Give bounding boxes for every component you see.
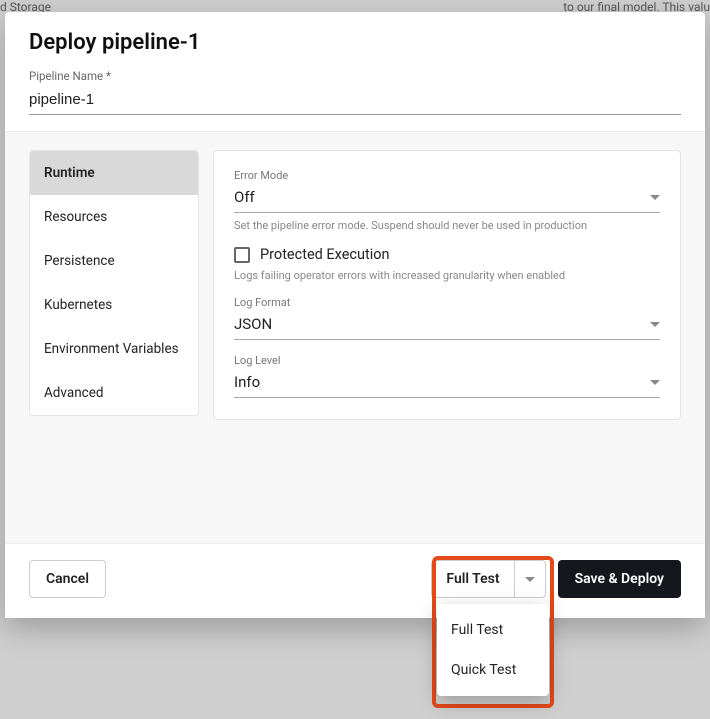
modal-title: Deploy pipeline-1 (29, 30, 681, 55)
error-mode-label: Error Mode (234, 169, 660, 182)
error-mode-helper: Set the pipeline error mode. Suspend sho… (234, 219, 660, 232)
modal-body: Runtime Resources Persistence Kubernetes… (5, 131, 705, 543)
error-mode-select[interactable]: Off (234, 184, 660, 213)
chevron-down-icon (650, 380, 660, 385)
chevron-down-icon (650, 322, 660, 327)
settings-sidebar: Runtime Resources Persistence Kubernetes… (29, 150, 199, 416)
menu-item-label: Quick Test (451, 662, 516, 678)
error-mode-value: Off (234, 188, 650, 206)
log-level-select[interactable]: Info (234, 369, 660, 398)
modal-footer: Cancel Full Test Save & Deploy (5, 543, 705, 618)
sidebar-item-environment-variables[interactable]: Environment Variables (30, 327, 198, 371)
protected-execution-helper: Logs failing operator errors with increa… (234, 269, 660, 282)
sidebar-item-runtime[interactable]: Runtime (30, 151, 198, 195)
test-split-button-wrap: Full Test (431, 560, 545, 598)
log-level-group: Log Level Info (234, 354, 660, 398)
save-deploy-button[interactable]: Save & Deploy (558, 560, 681, 598)
chevron-down-icon (650, 195, 660, 200)
pipeline-name-label: Pipeline Name * (29, 69, 681, 83)
pipeline-name-field: Pipeline Name * (5, 55, 705, 115)
run-test-button[interactable]: Full Test (432, 561, 514, 597)
log-format-label: Log Format (234, 296, 660, 309)
save-deploy-label: Save & Deploy (575, 571, 664, 587)
sidebar-item-kubernetes[interactable]: Kubernetes (30, 283, 198, 327)
cancel-button-label: Cancel (46, 571, 89, 587)
log-format-group: Log Format JSON (234, 296, 660, 340)
checkbox-icon (234, 247, 250, 263)
sidebar-item-label: Kubernetes (44, 297, 112, 313)
sidebar-item-resources[interactable]: Resources (30, 195, 198, 239)
sidebar-item-advanced[interactable]: Advanced (30, 371, 198, 415)
runtime-panel: Error Mode Off Set the pipeline error mo… (213, 150, 681, 420)
deploy-modal: Deploy pipeline-1 Pipeline Name * Runtim… (5, 12, 705, 618)
run-test-label: Full Test (446, 571, 499, 587)
sidebar-item-label: Persistence (44, 253, 115, 269)
error-mode-group: Error Mode Off Set the pipeline error mo… (234, 169, 660, 232)
menu-item-quick-test[interactable]: Quick Test (437, 650, 549, 690)
test-dropdown-menu: Full Test Quick Test (437, 604, 549, 696)
sidebar-item-label: Runtime (44, 165, 95, 181)
sidebar-item-persistence[interactable]: Persistence (30, 239, 198, 283)
protected-execution-group: Protected Execution Logs failing operato… (234, 246, 660, 282)
log-level-value: Info (234, 373, 650, 391)
log-format-value: JSON (234, 315, 650, 333)
menu-item-label: Full Test (451, 622, 503, 638)
cancel-button[interactable]: Cancel (29, 560, 106, 598)
protected-execution-checkbox[interactable]: Protected Execution (234, 246, 660, 263)
modal-header: Deploy pipeline-1 (5, 12, 705, 55)
sidebar-item-label: Environment Variables (44, 341, 179, 357)
chevron-down-icon (525, 577, 535, 582)
sidebar-item-label: Advanced (44, 385, 104, 401)
pipeline-name-input[interactable] (29, 87, 681, 115)
sidebar-item-label: Resources (44, 209, 107, 225)
protected-execution-label: Protected Execution (260, 246, 390, 263)
test-split-button: Full Test (431, 560, 545, 598)
menu-item-full-test[interactable]: Full Test (437, 610, 549, 650)
log-format-select[interactable]: JSON (234, 311, 660, 340)
test-menu-toggle[interactable] (515, 561, 545, 597)
log-level-label: Log Level (234, 354, 660, 367)
